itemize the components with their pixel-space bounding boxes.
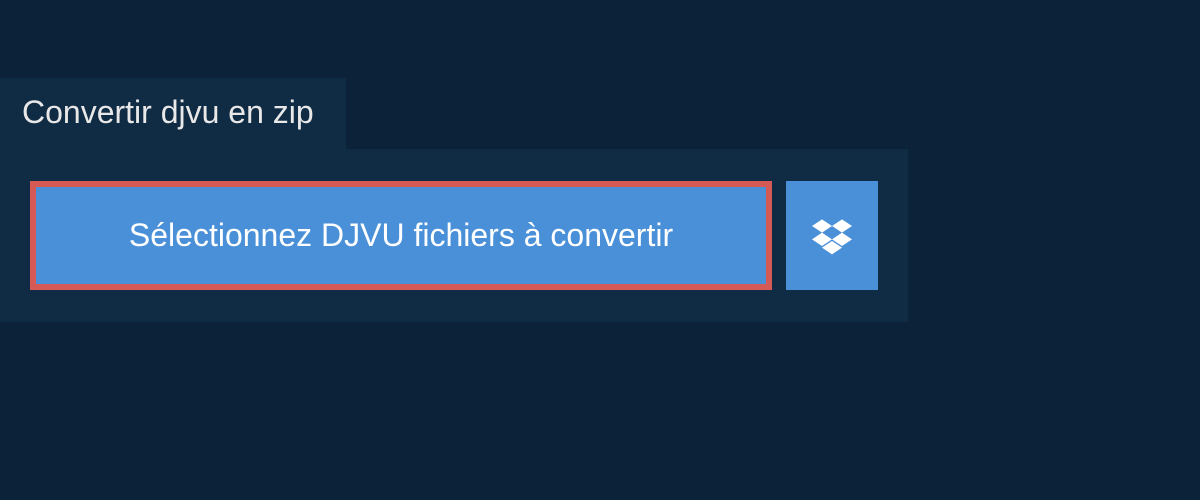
select-files-button[interactable]: Sélectionnez DJVU fichiers à convertir (30, 181, 772, 290)
upload-panel: Sélectionnez DJVU fichiers à convertir (0, 149, 908, 322)
button-row: Sélectionnez DJVU fichiers à convertir (30, 181, 878, 290)
dropbox-icon (812, 216, 852, 256)
select-files-label: Sélectionnez DJVU fichiers à convertir (129, 217, 673, 254)
tab-convert[interactable]: Convertir djvu en zip (0, 78, 346, 149)
dropbox-button[interactable] (786, 181, 878, 290)
tab-label: Convertir djvu en zip (22, 94, 314, 130)
